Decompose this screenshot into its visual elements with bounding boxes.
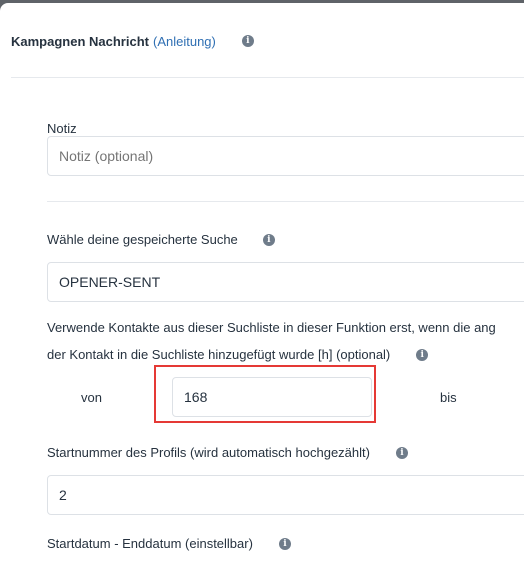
start-number-value: 2 — [59, 487, 67, 503]
highlight-box — [154, 365, 376, 423]
start-number-input[interactable]: 2 — [47, 475, 524, 515]
info-icon[interactable]: i — [262, 233, 275, 246]
info-icon[interactable]: i — [278, 537, 291, 550]
contacts-delay-text-line2: der Kontakt in die Suchliste hinzugefügt… — [47, 347, 429, 362]
saved-search-label-text: Wähle deine gespeicherte Suche — [47, 232, 238, 247]
header-divider — [11, 77, 524, 78]
note-label: Notiz — [47, 121, 77, 136]
page-title: Kampagnen Nachricht — [11, 33, 149, 49]
date-range-label-text: Startdatum - Enddatum (einstellbar) — [47, 536, 253, 551]
note-input[interactable] — [47, 136, 524, 176]
contacts-delay-text-line1: Verwende Kontakte aus dieser Suchliste i… — [47, 320, 496, 335]
saved-search-select[interactable]: OPENER-SENT — [47, 262, 524, 302]
info-icon[interactable]: i — [416, 348, 429, 361]
campaign-message-panel: Kampagnen Nachricht (Anleitung) i Notiz … — [0, 3, 524, 583]
info-icon[interactable]: i — [241, 35, 254, 47]
start-number-label: Startnummer des Profils (wird automatisc… — [47, 445, 408, 460]
panel-header: Kampagnen Nachricht (Anleitung) i — [11, 32, 254, 50]
start-number-label-text: Startnummer des Profils (wird automatisc… — [47, 445, 370, 460]
saved-search-value: OPENER-SENT — [59, 274, 161, 290]
contacts-delay-label: der Kontakt in die Suchliste hinzugefügt… — [47, 347, 391, 362]
saved-search-label: Wähle deine gespeicherte Suche i — [47, 232, 275, 247]
to-label: bis — [440, 390, 457, 405]
info-icon[interactable]: i — [395, 446, 408, 459]
date-range-label: Startdatum - Enddatum (einstellbar) i — [47, 536, 291, 551]
section-divider — [47, 201, 524, 202]
from-label: von — [81, 390, 102, 405]
guide-link[interactable]: (Anleitung) — [153, 34, 216, 49]
